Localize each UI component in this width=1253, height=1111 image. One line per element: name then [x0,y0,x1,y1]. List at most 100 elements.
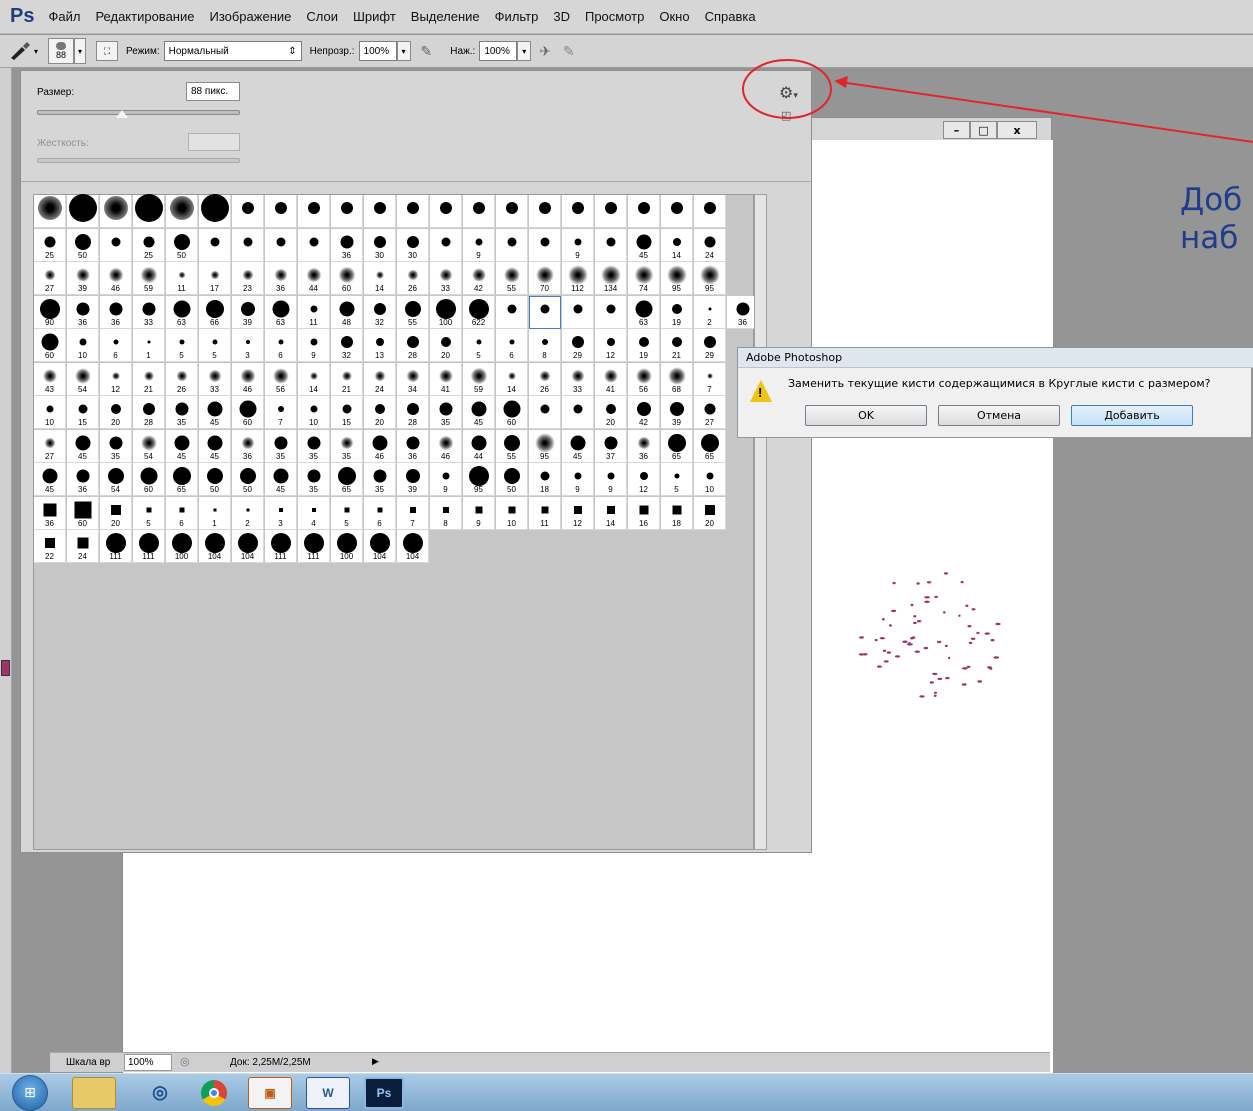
brush-preset-cell[interactable]: 6 [265,329,297,362]
brush-preset-cell[interactable] [100,228,132,262]
brush-preset-cell[interactable]: 45 [628,228,660,262]
brush-preset-cell[interactable]: 44 [463,429,495,463]
brush-preset-cell[interactable]: 32 [331,329,363,362]
brush-preset-cell[interactable]: 60 [232,396,264,429]
size-slider[interactable] [37,110,240,118]
brush-preset-cell[interactable]: 20 [430,329,462,362]
ok-button[interactable]: OK [805,405,927,426]
brush-preset-cell[interactable] [364,195,396,228]
brush-preset-cell[interactable]: 11 [529,496,561,530]
brush-preset-cell[interactable]: 20 [694,496,726,530]
cancel-button[interactable]: Отмена [938,405,1060,426]
brush-preset-cell[interactable]: 5 [199,329,231,362]
brush-preset-cell[interactable] [199,228,231,262]
brush-preset-cell[interactable]: 3 [232,329,264,362]
brush-preset-cell[interactable]: 104 [397,530,429,563]
tool-preset-dropdown-icon[interactable]: ▾ [34,47,38,56]
brush-preset-cell[interactable]: 28 [133,396,165,429]
brush-preset-cell[interactable]: 25 [34,228,66,262]
brush-preset-cell[interactable] [67,194,99,228]
flow-field[interactable]: 100% [479,41,518,61]
brush-preset-cell[interactable]: 95 [694,262,726,295]
brush-preset-cell[interactable] [265,228,297,262]
brush-preset-cell[interactable]: 3 [265,496,297,530]
brush-preset-cell[interactable]: 11 [166,262,198,295]
brush-preset-cell[interactable]: 9 [463,228,495,262]
brush-preset-cell[interactable]: 6 [364,496,396,530]
menu-window[interactable]: Окно [659,9,689,24]
brush-preset-cell[interactable]: 33 [199,362,231,396]
brush-panel-toggle-icon[interactable]: ⛶ [96,41,119,61]
brush-preset-cell[interactable]: 5 [331,496,363,530]
brush-preset-cell[interactable]: 20 [595,396,627,429]
brush-preset-cell[interactable] [529,396,561,429]
brush-preset-cell[interactable]: 12 [562,496,594,530]
brush-preset-cell[interactable]: 60 [496,396,528,429]
brush-preset-cell[interactable]: 12 [595,329,627,362]
brush-preset-cell[interactable]: 34 [397,362,429,396]
brush-preset-cell[interactable]: 1 [133,329,165,362]
brush-preset-cell[interactable]: 41 [430,362,462,396]
brush-preset-cell[interactable]: 45 [265,463,297,496]
brush-preset-cell[interactable]: 35 [265,429,297,463]
brush-preset-cell[interactable]: 9 [463,496,495,530]
brush-preset-cell[interactable]: 60 [133,463,165,496]
brush-preset-cell[interactable]: 35 [331,429,363,463]
mode-select[interactable]: Нормальный ⇕ [163,41,302,61]
brush-preset-cell[interactable]: 55 [496,262,528,295]
brush-preset-cell[interactable]: 29 [694,329,726,362]
brush-preset-cell[interactable] [430,195,462,228]
brush-preset-cell[interactable]: 36 [34,496,66,530]
brush-preset-cell[interactable]: 5 [133,496,165,530]
brush-preset-cell[interactable]: 95 [529,429,561,463]
menu-select[interactable]: Выделение [411,9,480,24]
brush-preset-cell[interactable]: 2 [694,295,726,329]
file-explorer-icon[interactable] [72,1076,116,1109]
brush-preset-cell[interactable]: 112 [562,262,594,295]
brush-preset-cell[interactable]: 54 [100,463,132,496]
brush-preset-cell[interactable]: 17 [199,262,231,295]
brush-preset-cell[interactable]: 45 [199,429,231,463]
brush-preset-cell[interactable] [496,295,528,329]
word-icon[interactable]: W [306,1076,350,1109]
brush-preset-cell[interactable]: 100 [331,530,363,563]
brush-preset-cell[interactable]: 14 [298,362,330,396]
brush-preset-cell[interactable]: 60 [67,496,99,530]
brush-preset-cell[interactable]: 9 [562,463,594,496]
brush-preset-cell[interactable]: 6 [166,496,198,530]
brush-preset-cell[interactable]: 48 [331,295,363,329]
brush-preset-cell[interactable]: 104 [364,530,396,563]
brush-preset-cell[interactable]: 90 [34,295,66,329]
brush-preset-cell[interactable] [694,195,726,228]
brush-preset-cell[interactable]: 4 [298,496,330,530]
brush-preset-cell[interactable]: 36 [100,295,132,329]
brush-preset-cell[interactable]: 36 [331,228,363,262]
brush-preset-cell[interactable]: 50 [166,228,198,262]
brush-preset-cell[interactable] [331,195,363,228]
opacity-dropdown[interactable]: ▾ [396,41,411,61]
menu-edit[interactable]: Редактирование [95,9,194,24]
maximize-button[interactable]: □ [970,121,997,139]
brush-preset-cell[interactable] [496,228,528,262]
brush-preset-cell[interactable] [562,195,594,228]
brush-preset-cell[interactable] [265,195,297,228]
brush-preset-cell[interactable]: 42 [628,396,660,429]
brush-preset-cell[interactable]: 9 [298,329,330,362]
brush-preset-cell[interactable]: 9 [595,463,627,496]
brush-preset-cell[interactable]: 100 [430,295,462,329]
brush-preset-cell[interactable]: 45 [34,463,66,496]
brush-preset-cell[interactable]: 30 [364,228,396,262]
brush-preset-cell[interactable]: 25 [133,228,165,262]
brush-preset-cell[interactable]: 45 [67,429,99,463]
brush-preset-cell[interactable]: 46 [430,429,462,463]
brush-preset-cell[interactable]: 43 [34,362,66,396]
brush-preset-cell[interactable] [595,195,627,228]
brush-preset-cell[interactable] [232,195,264,228]
brush-preset-cell[interactable]: 8 [529,329,561,362]
brush-preset-cell[interactable]: 45 [166,429,198,463]
brush-preset-cell[interactable]: 55 [496,429,528,463]
brush-preset-cell[interactable] [562,396,594,429]
brush-preset-cell[interactable]: 46 [100,262,132,295]
brush-preset-cell[interactable]: 65 [661,429,693,463]
brush-preset-cell[interactable]: 20 [364,396,396,429]
